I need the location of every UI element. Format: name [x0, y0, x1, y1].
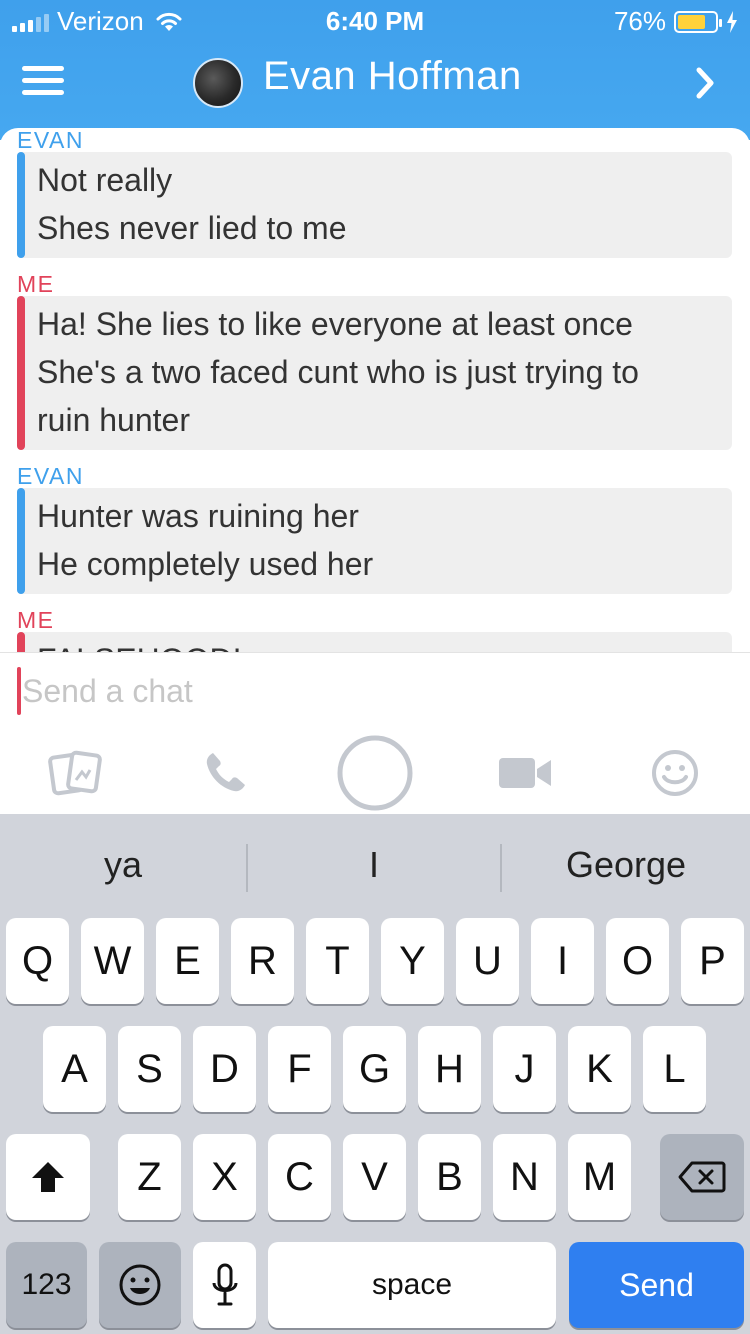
keyboard: ya I George Q W E R T Y U I O P A S D F … — [0, 814, 750, 1334]
video-call-button[interactable] — [492, 732, 558, 814]
sender-label: EVAN — [17, 463, 84, 489]
space-key[interactable]: space — [268, 1242, 556, 1328]
shift-arrow-icon — [32, 1162, 64, 1192]
numbers-key[interactable]: 123 — [6, 1242, 87, 1328]
key-y[interactable]: Y — [381, 918, 444, 1004]
sender-bar — [17, 632, 25, 652]
sender-label: ME — [17, 607, 55, 633]
status-bar: Verizon 6:40 PM 76% — [0, 0, 750, 40]
message-group: EVAN Hunter was ruining her He completel… — [0, 464, 750, 594]
dictation-key[interactable] — [193, 1242, 256, 1328]
chat-header: Verizon 6:40 PM 76% Evan Hoffman — [0, 0, 750, 140]
key-c[interactable]: C — [268, 1134, 331, 1220]
message-text: Shes never lied to me — [37, 210, 347, 246]
message-text: She's a two faced cunt who is just tryin… — [37, 354, 639, 390]
key-w[interactable]: W — [81, 918, 144, 1004]
key-n[interactable]: N — [493, 1134, 556, 1220]
video-camera-icon — [499, 758, 551, 788]
key-r[interactable]: R — [231, 918, 294, 1004]
key-d[interactable]: D — [193, 1026, 256, 1112]
chat-title[interactable]: Evan Hoffman — [263, 54, 522, 99]
chevron-right-icon[interactable] — [690, 66, 720, 100]
sender-bar — [17, 152, 25, 258]
message-bubble[interactable]: Not really Shes never lied to me — [17, 152, 732, 258]
microphone-icon — [212, 1263, 237, 1306]
chat-input-row — [0, 652, 750, 732]
photo-cards-icon — [48, 750, 102, 796]
suggestion-bar: ya I George — [0, 814, 750, 920]
text-cursor — [17, 667, 21, 715]
sender-label: ME — [17, 271, 55, 297]
smiley-icon — [652, 750, 698, 796]
suggestion-item[interactable]: ya — [0, 844, 246, 886]
key-a[interactable]: A — [43, 1026, 106, 1112]
emoji-key[interactable] — [99, 1242, 181, 1328]
message-bubble[interactable]: Ha! She lies to like everyone at least o… — [17, 296, 732, 450]
backspace-key[interactable] — [660, 1134, 744, 1220]
message-text: Hunter was ruining her — [37, 498, 359, 534]
key-l[interactable]: L — [643, 1026, 706, 1112]
key-f[interactable]: F — [268, 1026, 331, 1112]
chat-actions — [0, 732, 750, 814]
phone-icon — [206, 753, 245, 792]
key-e[interactable]: E — [156, 918, 219, 1004]
call-button[interactable] — [190, 732, 260, 814]
key-p[interactable]: P — [681, 918, 744, 1004]
key-m[interactable]: M — [568, 1134, 631, 1220]
message-group: EVAN Not really Shes never lied to me — [0, 128, 750, 258]
shift-key[interactable] — [6, 1134, 90, 1220]
avatar[interactable] — [193, 58, 243, 108]
key-b[interactable]: B — [418, 1134, 481, 1220]
key-g[interactable]: G — [343, 1026, 406, 1112]
battery-icon — [674, 10, 722, 33]
charging-icon — [727, 10, 737, 33]
sender-bar — [17, 488, 25, 594]
key-z[interactable]: Z — [118, 1134, 181, 1220]
capture-button[interactable] — [335, 732, 415, 814]
sender-label: EVAN — [17, 128, 84, 153]
message-group: ME FALSEHOOD! — [0, 608, 750, 652]
message-bubble[interactable]: Hunter was ruining her He completely use… — [17, 488, 732, 594]
message-bubble[interactable]: FALSEHOOD! — [17, 632, 732, 652]
message-text: ruin hunter — [37, 402, 190, 438]
key-h[interactable]: H — [418, 1026, 481, 1112]
key-i[interactable]: I — [531, 918, 594, 1004]
nav-bar: Evan Hoffman — [0, 40, 750, 130]
emoji-sticker-button[interactable] — [640, 732, 710, 814]
delete-backward-icon — [678, 1161, 726, 1193]
key-v[interactable]: V — [343, 1134, 406, 1220]
status-right: 76% — [614, 6, 738, 37]
key-x[interactable]: X — [193, 1134, 256, 1220]
shutter-circle-icon — [337, 735, 413, 811]
key-t[interactable]: T — [306, 918, 369, 1004]
message-text: FALSEHOOD! — [37, 636, 732, 652]
key-q[interactable]: Q — [6, 918, 69, 1004]
message-text: He completely used her — [37, 546, 374, 582]
battery-percent: 76% — [613, 6, 666, 36]
key-s[interactable]: S — [118, 1026, 181, 1112]
key-j[interactable]: J — [493, 1026, 556, 1112]
chat-input[interactable] — [22, 667, 722, 715]
key-k[interactable]: K — [568, 1026, 631, 1112]
suggestion-item[interactable]: I — [248, 844, 500, 886]
suggestion-item[interactable]: George — [502, 844, 750, 886]
key-u[interactable]: U — [456, 918, 519, 1004]
message-list[interactable]: EVAN Not really Shes never lied to me ME… — [0, 128, 750, 652]
emoji-smiley-icon — [119, 1264, 161, 1306]
message-text: Not really — [37, 162, 173, 198]
menu-button[interactable] — [22, 66, 64, 100]
message-text: Ha! She lies to like everyone at least o… — [37, 306, 633, 342]
memories-button[interactable] — [40, 732, 110, 814]
send-key[interactable]: Send — [569, 1242, 744, 1328]
sender-bar — [17, 296, 25, 450]
message-group: ME Ha! She lies to like everyone at leas… — [0, 272, 750, 450]
key-o[interactable]: O — [606, 918, 669, 1004]
